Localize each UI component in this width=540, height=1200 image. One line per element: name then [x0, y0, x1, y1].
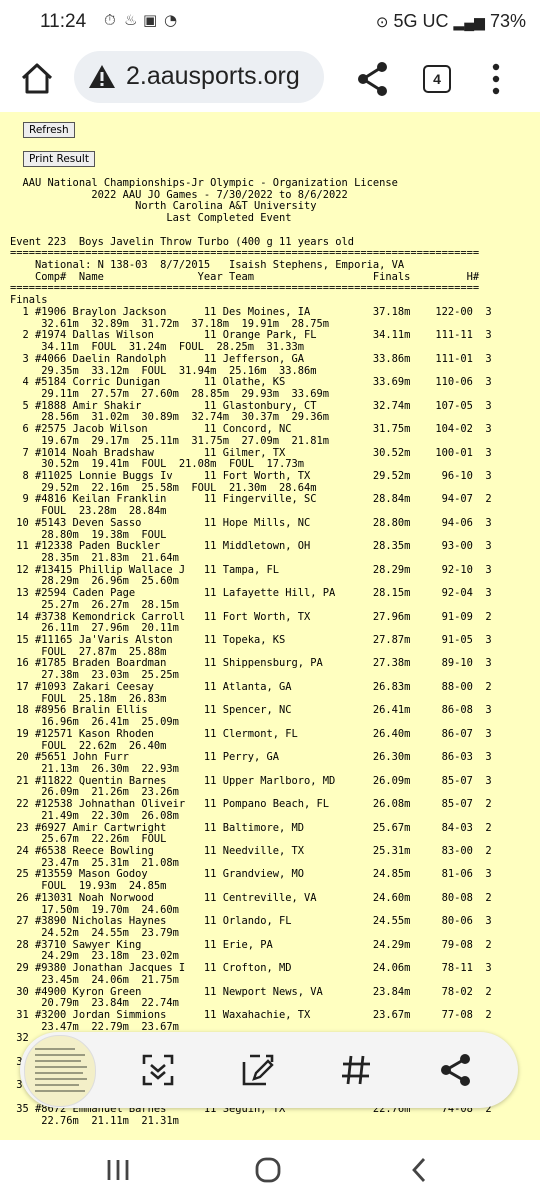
notification-icon: ♨	[124, 11, 138, 29]
battery-level: 73%	[489, 11, 526, 31]
recents-icon[interactable]	[102, 1154, 134, 1186]
warning-icon[interactable]	[88, 63, 116, 91]
browser-toolbar: 2.aausports.org 4	[0, 46, 540, 112]
home-icon[interactable]	[18, 60, 56, 98]
url-text[interactable]: 2.aausports.org	[126, 62, 300, 91]
results-text: AAU National Championships-Jr Olympic - …	[10, 177, 492, 1127]
results-page: Refresh Print Result AAU National Champi…	[0, 112, 540, 1140]
wifi-calling-icon: ◔	[164, 11, 178, 29]
tabs-icon[interactable]: 4	[423, 65, 451, 93]
alarm-icon: ⊙	[375, 14, 389, 31]
status-time: 11:24	[40, 11, 87, 32]
screenshot-thumbnail[interactable]	[24, 1035, 96, 1107]
share-icon[interactable]	[356, 60, 390, 98]
refresh-button[interactable]: Refresh	[23, 122, 75, 138]
navigation-bar	[0, 1140, 540, 1200]
signal-icon: ▂▄▆	[453, 14, 485, 30]
draw-icon[interactable]	[240, 1052, 276, 1088]
hashtag-icon[interactable]	[338, 1052, 374, 1088]
status-right: ⊙ 5G UC ▂▄▆ 73%	[376, 11, 526, 32]
network-label: 5G UC	[393, 11, 449, 31]
nav-home-icon[interactable]	[252, 1154, 284, 1186]
print-result-button[interactable]: Print Result	[23, 151, 95, 167]
back-icon[interactable]	[404, 1154, 436, 1186]
share-icon-bar[interactable]	[438, 1052, 474, 1088]
status-bar: 11:24 ⏱ ♨ ▣ ◔ ⊙ 5G UC ▂▄▆ 73%	[0, 0, 540, 46]
stopwatch-icon: ⏱	[104, 11, 116, 29]
gallery-icon: ▣	[143, 11, 158, 29]
url-bar[interactable]: 2.aausports.org	[74, 51, 324, 103]
screenshot-toolbar	[20, 1032, 518, 1108]
more-vert-icon[interactable]	[486, 60, 506, 98]
scroll-capture-icon[interactable]	[140, 1052, 176, 1088]
